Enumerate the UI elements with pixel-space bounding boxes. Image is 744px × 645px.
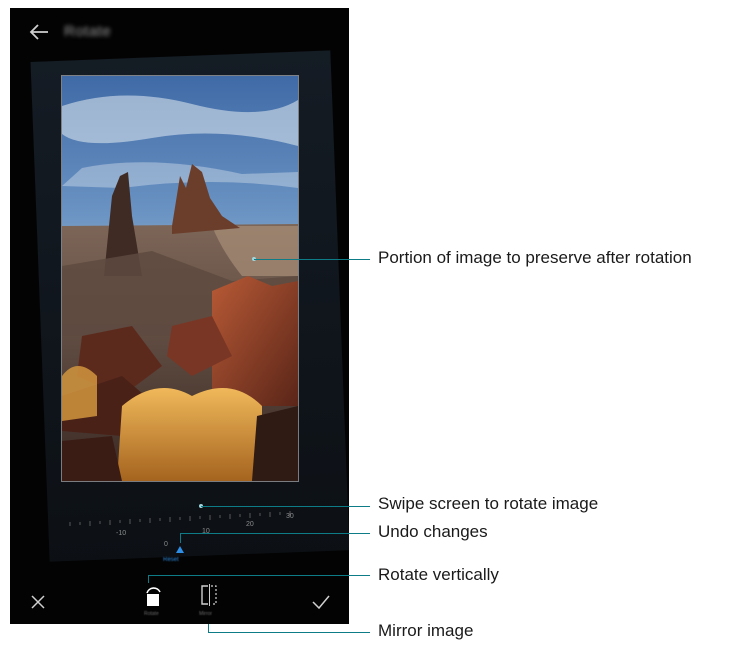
callout-mirror: Mirror image xyxy=(378,621,474,640)
reset-label[interactable]: Reset xyxy=(163,557,179,563)
callout-undo: Undo changes xyxy=(378,522,488,541)
dial-tick-label: -10 xyxy=(116,530,126,537)
dial-tick-label: 20 xyxy=(246,521,254,528)
mirror-label: Mirror xyxy=(199,611,213,617)
back-arrow-icon[interactable] xyxy=(28,22,50,42)
top-bar: Rotate xyxy=(10,8,349,56)
callout-line-rotate xyxy=(148,575,370,576)
callout-line-mirror xyxy=(208,632,370,633)
rotate-label: Rotate xyxy=(144,611,159,617)
cancel-icon[interactable] xyxy=(30,594,46,610)
rotate-icon[interactable] xyxy=(143,584,163,608)
callout-line-swipe xyxy=(201,506,370,507)
dial-tick-label: 0 xyxy=(164,541,168,548)
bottom-toolbar: Rotate Mirror xyxy=(10,568,349,624)
callout-swipe: Swipe screen to rotate image xyxy=(378,494,599,513)
mirror-icon[interactable] xyxy=(200,584,218,606)
landscape-photo xyxy=(62,76,298,481)
callout-line-preserve xyxy=(254,259,370,260)
callout-vline-mirror xyxy=(208,624,209,632)
callout-vline-rotate xyxy=(148,575,149,583)
callout-vline-undo xyxy=(180,533,181,543)
rotation-dial[interactable]: -10 0 10 20 30 xyxy=(64,488,304,558)
confirm-check-icon[interactable] xyxy=(311,594,331,610)
dial-pointer-icon xyxy=(176,546,184,553)
callout-preserve: Portion of image to preserve after rotat… xyxy=(378,248,692,267)
phone-screen: Rotate -10 0 10 20 30 Reset Rotate Mirro… xyxy=(10,8,349,624)
callout-line-undo xyxy=(180,533,370,534)
preserved-image-area[interactable] xyxy=(62,76,298,481)
callout-rotate: Rotate vertically xyxy=(378,565,499,584)
page-title: Rotate xyxy=(64,23,112,40)
dial-tick-label: 30 xyxy=(286,513,294,520)
